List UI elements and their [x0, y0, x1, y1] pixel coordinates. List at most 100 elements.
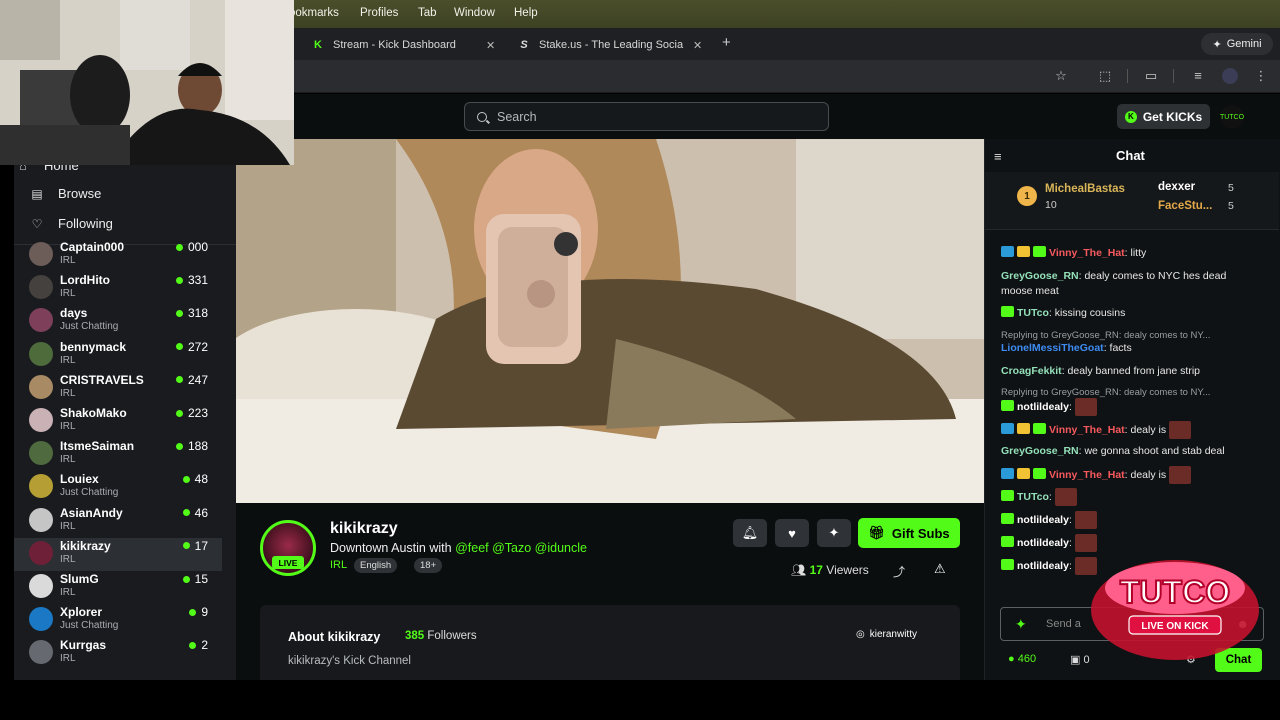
sidebar-channel-kikikrazy[interactable]: kikikrazy IRL 17: [14, 537, 222, 571]
collapse-chat-icon[interactable]: ≡: [994, 149, 1002, 164]
sidebar-channel-captain000[interactable]: Captain000 IRL 000: [14, 239, 222, 272]
user-avatar[interactable]: TUTCO: [1220, 105, 1244, 129]
webcam-frame: [0, 0, 294, 165]
channel-avatar: [29, 275, 53, 300]
chat-badge-icon: [1033, 246, 1046, 257]
extensions-icon[interactable]: ⬚: [1097, 68, 1113, 84]
first-place-medal-icon: 1: [1017, 186, 1037, 206]
channel-name[interactable]: kikikrazy: [330, 520, 398, 538]
reading-list-icon[interactable]: ≡: [1190, 68, 1206, 84]
sidebar-channel-lordhito[interactable]: LordHito IRL 331: [14, 272, 222, 305]
chat-message: TUTco: kissing cousins: [1001, 306, 1261, 320]
kicks-coin-icon: ●: [1008, 653, 1015, 665]
sidebar-channel-bennymack[interactable]: bennymack IRL 272: [14, 339, 222, 372]
notification-bell-button[interactable]: 🔔︎: [733, 519, 767, 547]
chat-emote-icon: [1169, 466, 1192, 484]
chat-username[interactable]: Vinny_The_Hat: [1049, 424, 1125, 436]
search-input[interactable]: Search: [464, 102, 829, 131]
stream-title-mentions[interactable]: @feef @Tazo @iduncle: [455, 541, 587, 555]
sparkle-button[interactable]: ✦: [817, 519, 851, 547]
sidebar-channel-cristravels[interactable]: CRISTRAVELS IRL 247: [14, 372, 222, 405]
leaderboard-name[interactable]: FaceStu...: [1158, 200, 1212, 212]
chat-input-placeholder: Send a: [1046, 618, 1081, 630]
menu-profiles[interactable]: Profiles: [360, 7, 398, 19]
gift-subs-button[interactable]: 🎁︎ Gift Subs: [858, 518, 960, 548]
follow-button[interactable]: ♥: [775, 519, 809, 547]
gemini-button[interactable]: ✦ Gemini: [1201, 33, 1273, 55]
viewer-count: 223: [176, 406, 208, 420]
menu-window[interactable]: Window: [454, 7, 495, 19]
tag-language[interactable]: English: [354, 558, 398, 573]
instagram-link[interactable]: ◎ kieranwitty: [856, 629, 917, 640]
chat-username[interactable]: GreyGoose_RN: [1001, 445, 1079, 457]
profile-avatar-icon[interactable]: [1222, 68, 1238, 84]
heart-icon: ♥: [788, 525, 796, 541]
tab-close-icon[interactable]: ✕: [486, 39, 495, 52]
channel-name: days: [60, 306, 88, 321]
menu-bookmarks[interactable]: ookmarks: [289, 7, 339, 19]
chat-username[interactable]: notlildealy: [1017, 560, 1069, 572]
sidebar-channel-slumg[interactable]: SlumG IRL 15: [14, 571, 222, 604]
chrome-menu-icon[interactable]: ⋮: [1253, 68, 1269, 84]
about-title: About kikikrazy: [288, 630, 381, 644]
followers-label: Followers: [427, 630, 477, 642]
leaderboard-name[interactable]: dexxer: [1158, 181, 1195, 193]
tag-age-rating[interactable]: 18+: [414, 558, 443, 573]
sidebar-channel-asianandy[interactable]: AsianAndy IRL 46: [14, 505, 222, 538]
channel-avatar: [29, 574, 53, 598]
channel-category: IRL: [60, 421, 76, 432]
chat-username[interactable]: notlildealy: [1017, 401, 1069, 413]
sidebar-channel-xplorer[interactable]: Xplorer Just Chatting 9: [14, 604, 222, 637]
kicks-balance[interactable]: ● 460: [1008, 653, 1036, 665]
chat-username[interactable]: GreyGoose_RN: [1001, 270, 1079, 282]
chat-title: Chat: [1116, 148, 1145, 163]
bookmark-star-icon[interactable]: ☆: [1053, 68, 1069, 84]
search-icon: [477, 111, 487, 122]
chat-username[interactable]: TUTco: [1017, 307, 1049, 319]
video-player[interactable]: [236, 139, 984, 503]
tab-title: Stake.us - The Leading Socia: [539, 39, 684, 51]
sidebar-item-browse[interactable]: ▤ Browse: [30, 186, 101, 201]
chat-username[interactable]: LionelMessiTheGoat: [1001, 342, 1104, 354]
menu-tab[interactable]: Tab: [418, 7, 437, 19]
channel-name: kikikrazy: [60, 538, 111, 553]
chat-username[interactable]: Vinny_The_Hat: [1049, 247, 1125, 259]
leaderboard-name[interactable]: MichealBastas: [1045, 183, 1125, 195]
chat-username[interactable]: TUTco: [1017, 491, 1049, 503]
channel-name: Louiex: [60, 472, 99, 487]
chat-username[interactable]: CroagFekkit: [1001, 365, 1062, 377]
sidebar-channel-days[interactable]: days Just Chatting 318: [14, 305, 222, 338]
chat-username[interactable]: notlildealy: [1017, 514, 1069, 526]
chat-emote-icon: [1054, 488, 1077, 506]
chat-text: : dealy banned from jane strip: [1061, 365, 1201, 377]
sparkle-icon: ✦: [828, 525, 840, 540]
sidebar-item-following[interactable]: ♡ Following: [30, 216, 113, 231]
get-kicks-button[interactable]: K Get KICKs: [1117, 104, 1210, 129]
menu-help[interactable]: Help: [514, 7, 538, 19]
tab-stake[interactable]: S Stake.us - The Leading Socia ✕: [518, 32, 708, 58]
channel-category: IRL: [60, 553, 76, 565]
viewers-icon: 👥︎: [791, 563, 807, 577]
sidebar-channel-shakomako[interactable]: ShakoMako IRL 223: [14, 405, 222, 438]
sidebar-channel-louiex[interactable]: Louiex Just Chatting 48: [14, 471, 222, 504]
sidebar-channel-kurrgas[interactable]: Kurrgas IRL 2: [14, 637, 222, 670]
sidebar-channel-itsmesaiman[interactable]: ItsmeSaiman IRL 188: [14, 438, 222, 471]
tab-kick-dashboard[interactable]: K Stream - Kick Dashboard ✕: [312, 32, 502, 58]
tab-close-icon[interactable]: ✕: [693, 39, 702, 52]
tab-title: Stream - Kick Dashboard: [333, 39, 456, 51]
viewer-count: 247: [176, 373, 208, 387]
heart-icon: ♡: [31, 216, 43, 231]
stream-category[interactable]: IRL: [330, 559, 347, 571]
viewer-count: 318: [176, 306, 208, 320]
viewer-count: 000: [176, 240, 208, 254]
share-icon[interactable]: ⤴: [893, 563, 905, 580]
chat-badge-icon: [1017, 246, 1030, 257]
gift-icon: ▣: [1070, 654, 1081, 666]
chat-emote-icon: [1169, 421, 1192, 439]
report-warning-icon[interactable]: ⚠: [934, 561, 946, 577]
cast-icon[interactable]: ▭: [1143, 68, 1159, 84]
chat-username[interactable]: Vinny_The_Hat: [1049, 469, 1125, 481]
chat-username[interactable]: notlildealy: [1017, 537, 1069, 549]
new-tab-icon[interactable]: +: [722, 34, 731, 51]
channel-avatar: [29, 441, 53, 466]
